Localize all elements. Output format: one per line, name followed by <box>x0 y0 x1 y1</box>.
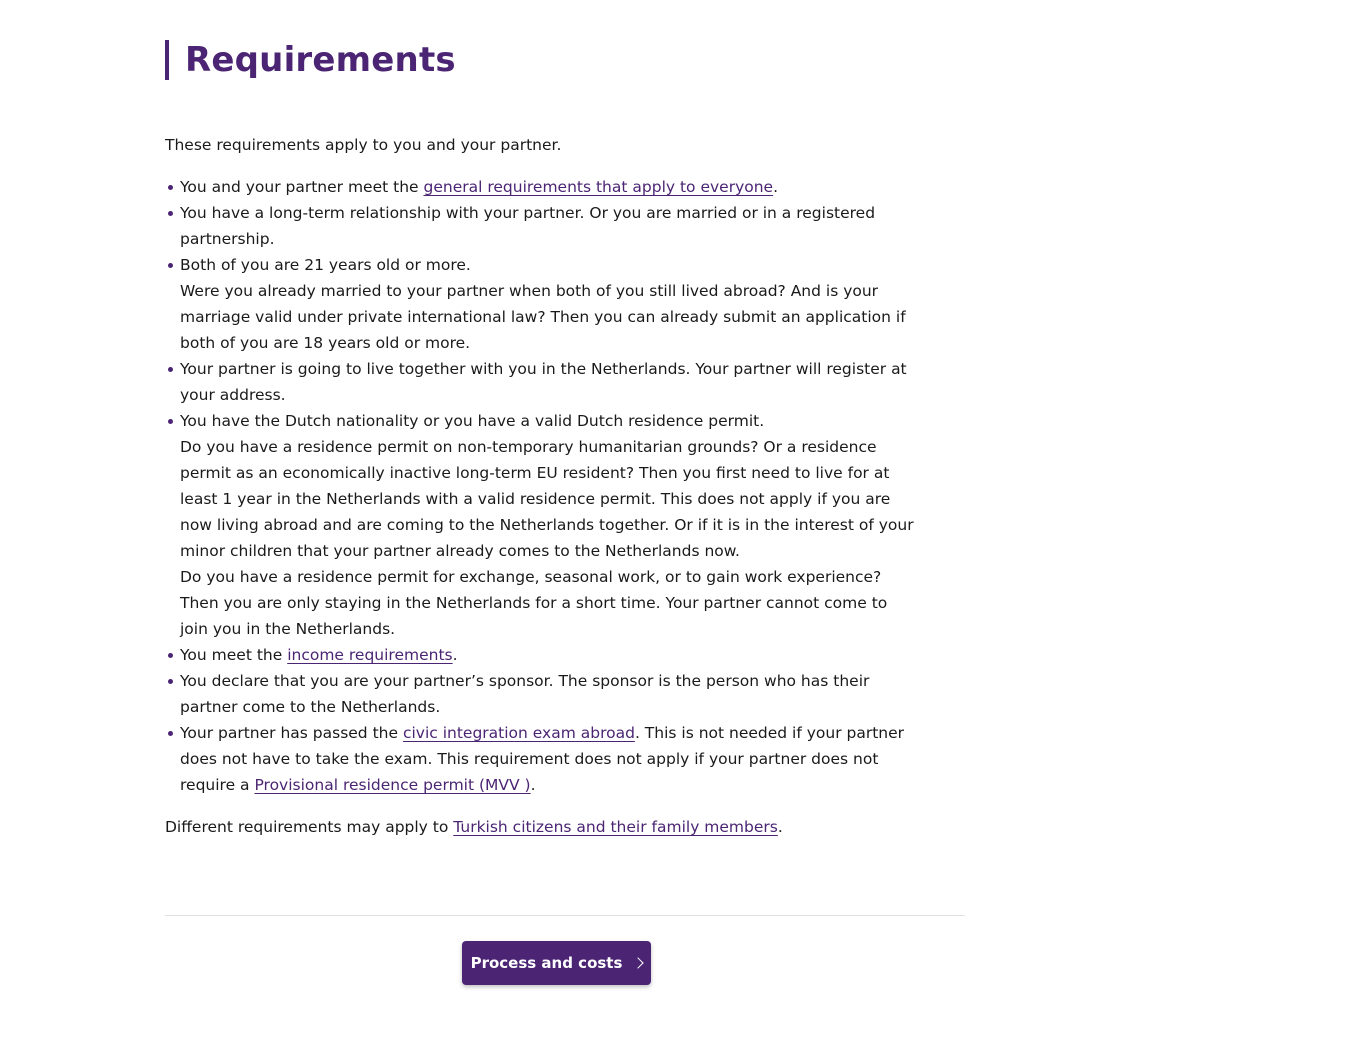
divider <box>165 915 965 916</box>
general-requirements-link[interactable]: general requirements that apply to every… <box>424 178 774 196</box>
civic-integration-exam-link[interactable]: civic integration exam abroad <box>403 724 635 742</box>
income-requirements-link[interactable]: income requirements <box>287 646 452 664</box>
next-button-label: Process and costs <box>470 954 623 972</box>
list-item: You and your partner meet the general re… <box>168 174 920 200</box>
mvv-link[interactable]: Provisional residence permit (MVV ) <box>254 776 530 794</box>
list-item: You have the Dutch nationality or you ha… <box>168 408 920 642</box>
list-item: Both of you are 21 years old or more. We… <box>168 252 920 356</box>
list-item: You have a long-term relationship with y… <box>168 200 920 252</box>
outro-text: Different requirements may apply to Turk… <box>165 818 783 836</box>
list-item: Your partner is going to live together w… <box>168 356 920 408</box>
chevron-right-icon <box>632 957 645 969</box>
list-item: You meet the income requirements. <box>168 642 920 668</box>
list-item: Your partner has passed the civic integr… <box>168 720 920 798</box>
page-title: Requirements <box>165 40 965 80</box>
short-stay-note: Do you have a residence permit for excha… <box>180 568 888 638</box>
process-and-costs-button[interactable]: Process and costs <box>462 941 651 985</box>
age-note: Were you already married to your partner… <box>180 282 906 352</box>
turkish-citizens-link[interactable]: Turkish citizens and their family member… <box>453 818 778 836</box>
requirements-list: You and your partner meet the general re… <box>165 174 920 798</box>
intro-text: These requirements apply to you and your… <box>165 136 562 154</box>
list-item: You declare that you are your partner’s … <box>168 668 920 720</box>
main-content: Requirements These requirements apply to… <box>165 40 965 840</box>
humanitarian-note: Do you have a residence permit on non-te… <box>180 438 914 560</box>
